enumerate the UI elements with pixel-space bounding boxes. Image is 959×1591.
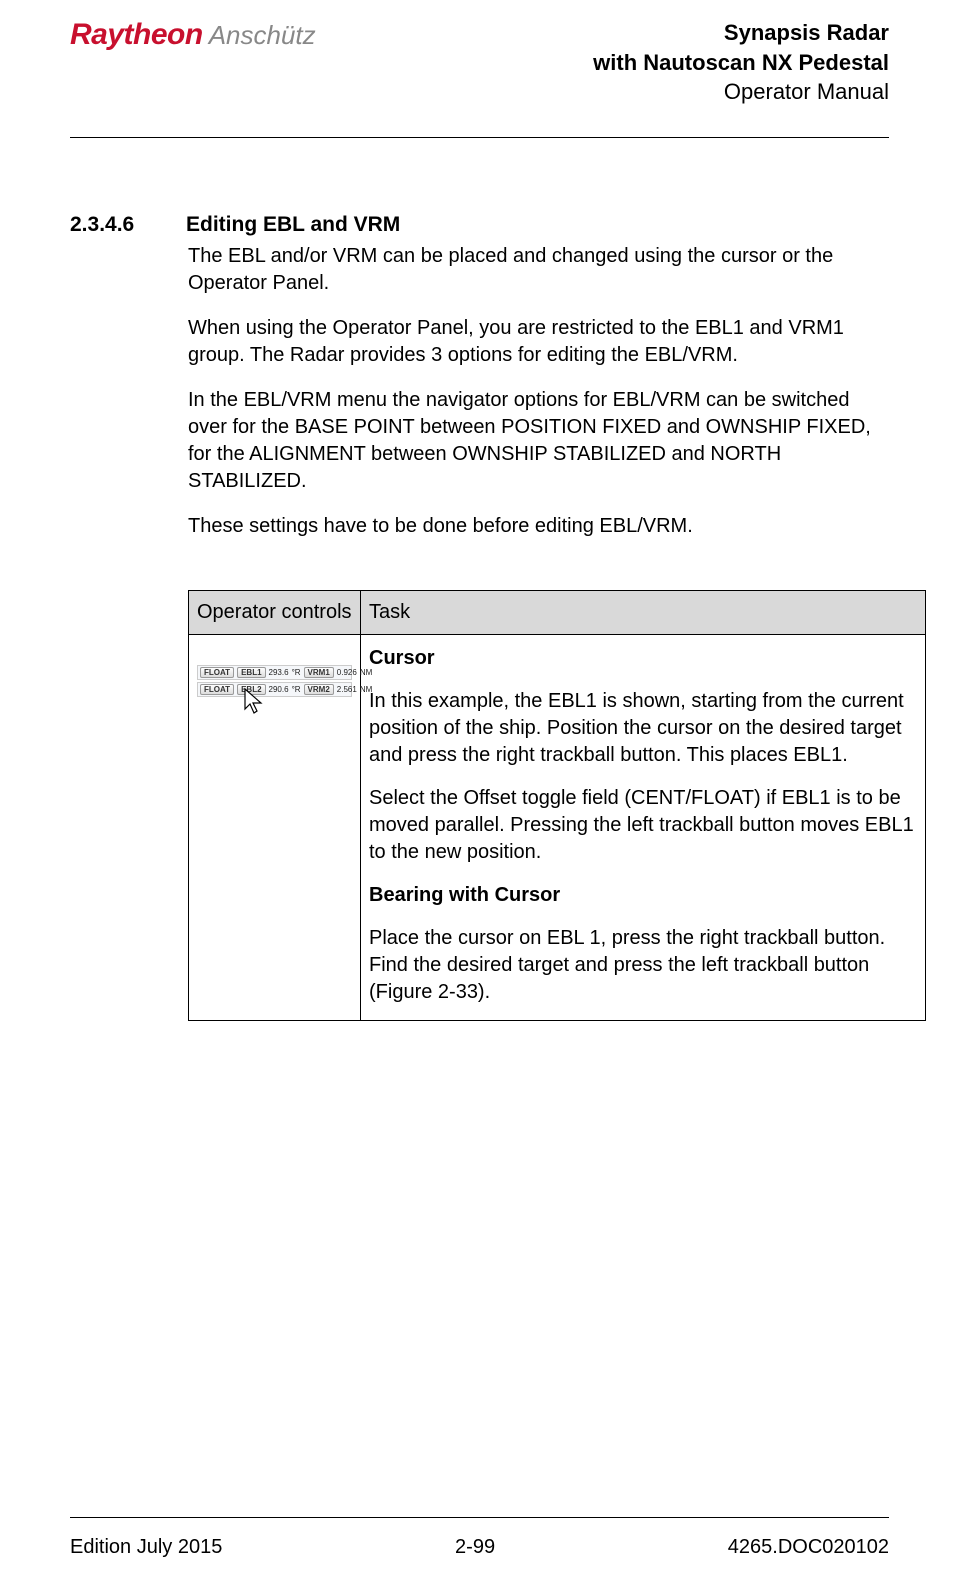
float-button-2[interactable]: FLOAT — [200, 684, 234, 695]
table-header-task: Task — [361, 591, 926, 635]
task-paragraph-3: Place the cursor on EBL 1, press the rig… — [369, 925, 917, 1006]
ebl2-bearing: 290.6 — [269, 685, 289, 694]
cursor-arrow-icon — [237, 687, 267, 717]
doc-title-1: Synapsis Radar — [593, 18, 889, 48]
ebl-vrm-row-2: FLOAT EBL2 290.6 °R VRM2 2.561 NM — [197, 682, 352, 697]
logo: Raytheon Anschütz — [70, 18, 316, 52]
task-heading-bearing: Bearing with Cursor — [369, 882, 917, 909]
task-paragraph-2: Select the Offset toggle field (CENT/FLO… — [369, 785, 917, 866]
vrm2-button[interactable]: VRM2 — [304, 684, 334, 695]
table-row: FLOAT EBL1 293.6 °R VRM1 0.926 NM FLOAT … — [189, 635, 926, 1021]
float-button-1[interactable]: FLOAT — [200, 667, 234, 678]
ebl1-bearing-unit: °R — [292, 668, 301, 677]
vrm2-unit: NM — [360, 685, 372, 694]
vrm1-unit: NM — [360, 668, 372, 677]
page-content: 2.3.4.6 Editing EBL and VRM The EBL and/… — [70, 138, 889, 1021]
footer-doc-id: 4265.DOC020102 — [728, 1536, 889, 1559]
page-footer: Edition July 2015 2-99 4265.DOC020102 — [70, 1517, 889, 1559]
footer-edition: Edition July 2015 — [70, 1536, 222, 1559]
footer-page-number: 2-99 — [455, 1536, 495, 1559]
table-header-operator-controls: Operator controls — [189, 591, 361, 635]
logo-raytheon-text: Raytheon — [70, 18, 203, 52]
page-header: Raytheon Anschütz Synapsis Radar with Na… — [70, 18, 889, 138]
vrm2-range: 2.561 — [337, 685, 357, 694]
paragraph-1: The EBL and/or VRM can be placed and cha… — [188, 243, 889, 297]
cell-task: Cursor In this example, the EBL1 is show… — [361, 635, 926, 1021]
task-paragraph-1: In this example, the EBL1 is shown, star… — [369, 688, 917, 769]
doc-title-2: with Nautoscan NX Pedestal — [593, 48, 889, 78]
section-title: Editing EBL and VRM — [186, 213, 400, 237]
task-table: Operator controls Task FLOAT EBL1 293.6 … — [188, 590, 926, 1021]
task-heading-cursor: Cursor — [369, 645, 917, 672]
vrm1-range: 0.926 — [337, 668, 357, 677]
logo-anschutz-text: Anschütz — [209, 20, 316, 51]
vrm1-button[interactable]: VRM1 — [304, 667, 334, 678]
doc-title-3: Operator Manual — [593, 77, 889, 107]
paragraph-2: When using the Operator Panel, you are r… — [188, 315, 889, 369]
ebl-vrm-row-1: FLOAT EBL1 293.6 °R VRM1 0.926 NM — [197, 665, 352, 680]
header-titles: Synapsis Radar with Nautoscan NX Pedesta… — [593, 18, 889, 107]
ebl1-bearing: 293.6 — [269, 668, 289, 677]
paragraph-3: In the EBL/VRM menu the navigator option… — [188, 387, 889, 495]
paragraph-4: These settings have to be done before ed… — [188, 513, 889, 540]
section-number: 2.3.4.6 — [70, 213, 150, 237]
ebl2-bearing-unit: °R — [292, 685, 301, 694]
operator-panel-screenshot: FLOAT EBL1 293.6 °R VRM1 0.926 NM FLOAT … — [197, 665, 352, 697]
cell-operator-controls: FLOAT EBL1 293.6 °R VRM1 0.926 NM FLOAT … — [189, 635, 361, 1021]
section-heading: 2.3.4.6 Editing EBL and VRM — [70, 213, 889, 237]
table-header-row: Operator controls Task — [189, 591, 926, 635]
body-text: The EBL and/or VRM can be placed and cha… — [188, 243, 889, 540]
ebl1-button[interactable]: EBL1 — [237, 667, 265, 678]
